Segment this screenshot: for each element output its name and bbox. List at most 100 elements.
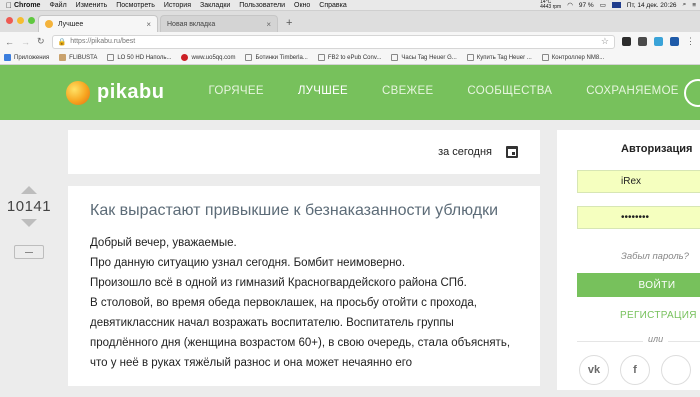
collapse-button[interactable]	[14, 245, 44, 259]
bookmark-label: FLIBUSTA	[69, 54, 98, 61]
pikabu-logo-icon	[66, 80, 90, 105]
period-label: за сегодня	[438, 146, 492, 158]
register-link[interactable]: РЕГИСТРАЦИЯ	[620, 310, 697, 321]
tab-title: Лучшее	[58, 20, 84, 28]
story-rating: 10141	[0, 186, 58, 259]
bookmark-item[interactable]: www.uo5qq.com	[181, 54, 235, 61]
bookmark-item[interactable]: Контроллер NM8...	[541, 54, 604, 61]
reload-icon[interactable]: ↻	[37, 36, 45, 47]
page-icon	[391, 54, 399, 61]
tab-new[interactable]: Новая вкладка ×	[160, 15, 278, 32]
page-icon	[245, 54, 253, 61]
site-nav: ГОРЯЧЕЕ ЛУЧШЕЕ СВЕЖЕЕ СООБЩЕСТВА СОХРАНЯ…	[208, 85, 700, 100]
menu-list-icon[interactable]: ≡	[692, 2, 696, 9]
page-icon	[317, 54, 325, 61]
nav-best[interactable]: ЛУЧШЕЕ	[298, 85, 348, 100]
close-tab-icon[interactable]: ×	[266, 20, 271, 29]
bookmark-item[interactable]: Купить Tag Heuer ...	[466, 54, 532, 61]
pikabu-favicon	[45, 20, 53, 28]
bookmark-label: Купить Tag Heuer ...	[476, 54, 532, 61]
minimize-window-icon[interactable]	[17, 17, 24, 24]
logo-text: pikabu	[97, 81, 165, 103]
bookmark-item[interactable]: FB2 to ePub Conv...	[317, 54, 381, 61]
story-body: Добрый вечер, уважаемые. Про данную ситу…	[90, 233, 518, 373]
apple-icon[interactable]: 	[4, 1, 14, 10]
menu-bookmarks[interactable]: Закладки	[200, 2, 230, 9]
main-content: за сегодня 10141 Как вырастают привыкшие…	[0, 120, 700, 390]
story-paragraph: Про данную ситуацию узнал сегодня. Бомби…	[90, 257, 406, 269]
address-bar: ← → ↻ 🔒 https://pikabu.ru/best ☆ ⋮	[0, 32, 700, 51]
bookmarks-bar: Приложения FLIBUSTA LO 50 HD Наполь... w…	[0, 51, 700, 65]
menu-view[interactable]: Посмотреть	[116, 2, 155, 9]
bookmark-item[interactable]: Ботинки Timberla...	[245, 54, 308, 61]
facebook-icon[interactable]: f	[620, 355, 650, 385]
new-tab-button[interactable]: +	[286, 17, 292, 29]
close-window-icon[interactable]	[6, 17, 13, 24]
extension-icon[interactable]	[638, 37, 647, 46]
story-paragraph: В столовой, во время обеда первоклашек, …	[90, 297, 511, 369]
bookmark-label: Приложения	[14, 54, 50, 61]
story-card: Как вырастают привыкшие к безнаказанност…	[68, 186, 540, 386]
mac-menubar:  Chrome Файл Изменить Посмотреть Истори…	[0, 0, 700, 11]
extension-icon[interactable]	[622, 37, 631, 46]
password-field[interactable]: ••••••••	[577, 206, 700, 229]
downvote-icon[interactable]	[21, 219, 37, 227]
datetime[interactable]: Пт, 14 дек. 20:26	[627, 2, 677, 9]
menu-users[interactable]: Пользователи	[239, 2, 285, 9]
maximize-window-icon[interactable]	[28, 17, 35, 24]
bookmark-item[interactable]: Часы Tag Heuer G...	[391, 54, 457, 61]
bookmark-star-icon[interactable]: ☆	[601, 36, 609, 47]
flag-icon[interactable]	[611, 2, 621, 8]
auth-panel: Авторизация iRex •••••••• Забыл пароль? …	[557, 130, 700, 390]
menu-window[interactable]: Окно	[294, 2, 310, 9]
bookmark-apps[interactable]: Приложения	[4, 54, 49, 61]
fan-speed: 4443 rpm	[540, 4, 562, 10]
apps-icon	[4, 54, 11, 61]
tab-title: Новая вкладка	[167, 20, 216, 28]
forward-icon[interactable]: →	[21, 37, 30, 47]
period-filter[interactable]: за сегодня	[68, 130, 540, 174]
login-button[interactable]: ВОЙТИ	[577, 273, 700, 297]
back-icon[interactable]: ←	[5, 37, 14, 47]
tab-strip: Лучшее × Новая вкладка × +	[0, 11, 700, 32]
vk-icon[interactable]: vk	[579, 355, 609, 385]
bookmark-item[interactable]: FLIBUSTA	[59, 54, 97, 61]
site-header: pikabu ГОРЯЧЕЕ ЛУЧШЕЕ СВЕЖЕЕ СООБЩЕСТВА …	[0, 65, 700, 120]
battery-icon[interactable]: ▭	[600, 1, 606, 9]
page-icon	[107, 54, 115, 61]
story-paragraph: Произошло всё в одной из гимназий Красно…	[90, 277, 467, 289]
nav-communities[interactable]: СООБЩЕСТВА	[467, 85, 552, 100]
menu-help[interactable]: Справка	[319, 2, 346, 9]
menu-chrome[interactable]: Chrome	[14, 2, 40, 9]
auth-title: Авторизация	[621, 143, 693, 155]
forgot-password-link[interactable]: Забыл пароль?	[621, 251, 689, 262]
wifi-icon[interactable]: ◠	[567, 1, 573, 9]
extension-icon[interactable]	[654, 37, 663, 46]
username-field[interactable]: iRex	[577, 170, 700, 193]
bookmark-item[interactable]: LO 50 HD Наполь...	[107, 54, 171, 61]
story-title[interactable]: Как вырастают привыкшие к безнаказанност…	[90, 200, 518, 221]
menu-dots-icon[interactable]: ⋮	[686, 36, 695, 47]
story-paragraph: Добрый вечер, уважаемые.	[90, 237, 237, 249]
calendar-icon[interactable]	[506, 146, 518, 158]
search-icon[interactable]	[684, 79, 700, 107]
menu-history[interactable]: История	[164, 2, 191, 9]
close-tab-icon[interactable]: ×	[146, 20, 151, 29]
site-logo[interactable]: pikabu	[66, 80, 165, 105]
nav-fresh[interactable]: СВЕЖЕЕ	[382, 85, 433, 100]
bookmark-label: Часы Tag Heuer G...	[401, 54, 457, 61]
page-icon	[466, 54, 474, 61]
spotlight-icon[interactable]: ⌕	[683, 1, 687, 9]
temp-readout: 14°C 4443 rpm	[540, 0, 561, 10]
menu-file[interactable]: Файл	[49, 2, 66, 9]
url-text: https://pikabu.ru/best	[70, 38, 136, 45]
nav-hot[interactable]: ГОРЯЧЕЕ	[208, 85, 263, 100]
menu-edit[interactable]: Изменить	[76, 2, 108, 9]
nav-saved[interactable]: СОХРАНЯЕМОЕ	[586, 85, 679, 100]
social-more-icon[interactable]	[661, 355, 691, 385]
lock-icon[interactable]: 🔒	[58, 38, 67, 46]
upvote-icon[interactable]	[21, 186, 37, 194]
extension-icon[interactable]	[670, 37, 679, 46]
tab-best[interactable]: Лучшее ×	[38, 15, 158, 32]
url-field[interactable]: 🔒 https://pikabu.ru/best ☆	[51, 34, 615, 49]
